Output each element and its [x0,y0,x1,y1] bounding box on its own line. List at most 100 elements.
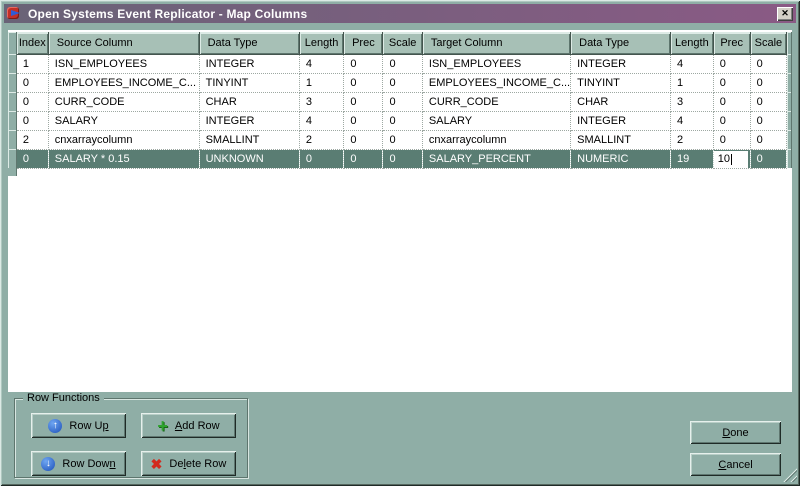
grid-cell[interactable]: 0 [750,130,788,150]
grid-cell[interactable]: 0 [16,149,49,169]
column-header[interactable]: Data Type [570,32,672,55]
grid-cell[interactable]: 2 [16,130,49,150]
row-selector-gutter[interactable] [8,130,17,149]
grid-cell[interactable]: INTEGER [199,54,300,74]
table-row[interactable]: 0 SALARY * 0.15 UNKNOWN 0 0 0 SALARY_PERCENT NU… [8,149,792,169]
grid-cell[interactable]: 4 [670,111,714,131]
grid-cell[interactable]: ISN_EMPLOYEES [48,54,200,74]
grid-cell[interactable]: 0 [382,73,423,93]
grid-cell[interactable]: 0 [382,54,423,74]
grid-cell[interactable]: 0 [16,111,49,131]
column-header[interactable]: Target Column [422,32,572,55]
grid-cell[interactable]: SALARY [422,111,572,131]
column-header[interactable]: Scale [750,32,788,55]
grid-cell[interactable]: 4 [299,54,345,74]
grid-cell[interactable]: 0 [382,130,423,150]
grid-cell[interactable]: INTEGER [199,111,300,131]
column-header[interactable]: Length [670,32,714,55]
grid-cell[interactable]: 0 [343,54,384,74]
grid-cell[interactable]: 0 [343,92,384,112]
grid-cell[interactable]: 0 [382,149,423,169]
grid-cell[interactable]: SMALLINT [199,130,300,150]
grid-cell[interactable]: SALARY_PERCENT [422,149,572,169]
column-header[interactable]: Length [299,32,345,55]
grid-cell[interactable]: 0 [750,92,788,112]
row-down-button-label: Row Down [62,457,116,470]
grid-cell[interactable]: 0 [343,149,384,169]
grid-cell[interactable]: 0 [299,149,345,169]
grid-cell[interactable]: 0 [750,73,788,93]
table-row[interactable]: 0 CURR_CODE CHAR 3 0 0 CURR_CODE CHAR 3 0 0 [8,92,792,112]
grid-cell[interactable]: 3 [299,92,345,112]
column-header[interactable]: Index [16,32,49,55]
close-icon[interactable]: ✕ [777,6,793,21]
grid-cell[interactable]: EMPLOYEES_INCOME_C... [48,73,200,93]
row-down-button[interactable]: ↓ Row Down [31,451,126,476]
column-header[interactable]: Scale [382,32,423,55]
column-header[interactable]: Source Column [48,32,200,55]
grid-cell[interactable]: 0 [713,111,751,131]
title-bar[interactable]: Open Systems Event Replicator - Map Colu… [4,4,796,23]
table-row[interactable]: 0 SALARY INTEGER 4 0 0 SALARY INTEGER 4 0 0 [8,111,792,131]
grid-cell[interactable]: 0 [343,130,384,150]
grid-cell[interactable]: CHAR [570,92,672,112]
grid-cell[interactable]: TINYINT [199,73,300,93]
grid-cell[interactable]: 0 [713,92,751,112]
grid-cell[interactable]: SALARY * 0.15 [48,149,200,169]
grid-cell[interactable]: ISN_EMPLOYEES [422,54,572,74]
grid-cell[interactable]: 3 [670,92,714,112]
grid-cell[interactable]: 1 [670,73,714,93]
grid-cell[interactable]: 0 [750,111,788,131]
grid-cell[interactable]: 4 [299,111,345,131]
grid-cell[interactable]: 0 [382,92,423,112]
column-header[interactable]: Prec [343,32,384,55]
grid-cell[interactable]: 19 [670,149,714,169]
grid-cell[interactable]: EMPLOYEES_INCOME_C... [422,73,572,93]
grid-cell[interactable]: cnxarraycolumn [422,130,572,150]
grid-cell[interactable]: INTEGER [570,111,672,131]
grid-cell[interactable]: CURR_CODE [422,92,572,112]
grid-cell[interactable]: UNKNOWN [199,149,300,169]
grid-cell[interactable]: 0 [713,73,751,93]
row-up-button[interactable]: ↑ Row Up [31,413,126,438]
table-row[interactable]: 0 EMPLOYEES_INCOME_C... TINYINT 1 0 0 EMPLOYEE… [8,73,792,93]
grid-cell[interactable]: 0 [343,111,384,131]
grid-cell[interactable]: 0 [713,54,751,74]
row-selector-gutter[interactable] [8,73,17,92]
grid-cell[interactable]: 0 [750,149,788,169]
table-row[interactable]: 2 cnxarraycolumn SMALLINT 2 0 0 cnxarraycolumn… [8,130,792,150]
row-selector-gutter[interactable] [8,149,17,168]
table-row[interactable]: 1 ISN_EMPLOYEES INTEGER 4 0 0 ISN_EMPLOYEES INT… [8,54,792,74]
grid-cell[interactable]: 0 [750,54,788,74]
grid-cell[interactable]: 2 [299,130,345,150]
grid-cell[interactable]: CURR_CODE [48,92,200,112]
done-button[interactable]: Done [690,421,781,444]
column-header[interactable]: Prec [713,32,751,55]
grid-cell[interactable]: 0 [16,92,49,112]
row-selector-gutter[interactable] [8,54,17,73]
grid-cell[interactable]: INTEGER [570,54,672,74]
prec-edit-input[interactable]: 10 [713,150,748,167]
column-header[interactable]: Data Type [199,32,300,55]
grid-cell[interactable]: SMALLINT [570,130,672,150]
grid-cell[interactable]: NUMERIC [570,149,672,169]
cancel-button[interactable]: Cancel [690,453,781,476]
grid-cell[interactable]: 0 [343,73,384,93]
row-selector-gutter[interactable] [8,111,17,130]
grid-cell[interactable]: 10 [713,149,751,169]
grid-cell[interactable]: TINYINT [570,73,672,93]
grid-cell[interactable]: SALARY [48,111,200,131]
grid-cell[interactable]: 0 [713,130,751,150]
grid-cell[interactable]: 1 [299,73,345,93]
grid-cell[interactable]: 0 [382,111,423,131]
resize-grip[interactable] [780,467,797,482]
grid-cell[interactable]: CHAR [199,92,300,112]
delete-row-button[interactable]: ✖ Delete Row [141,451,236,476]
row-selector-gutter[interactable] [8,92,17,111]
grid-cell[interactable]: 1 [16,54,49,74]
grid-cell[interactable]: 0 [16,73,49,93]
grid-cell[interactable]: 2 [670,130,714,150]
add-row-button[interactable]: + Add Row [141,413,236,438]
grid-cell[interactable]: 4 [670,54,714,74]
grid-cell[interactable]: cnxarraycolumn [48,130,200,150]
